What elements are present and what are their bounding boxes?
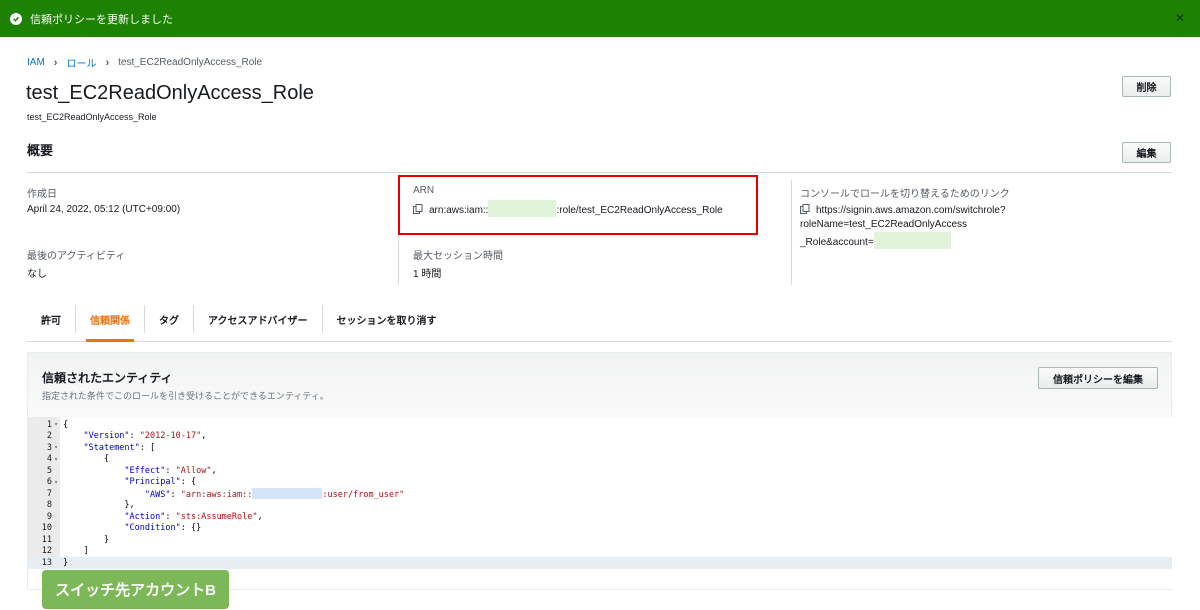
code-line: 5 "Effect": "Allow", [46, 465, 217, 476]
switch-link-label: コンソールでロールを切り替えるためのリンク [800, 189, 1010, 200]
flash-message: 信頼ポリシーを更新しました [30, 13, 173, 26]
close-icon[interactable]: ✕ [1175, 12, 1187, 24]
created-value: April 24, 2022, 05:12 (UTC+09:00) [27, 204, 181, 215]
fold-arrow-icon[interactable]: ▾ [52, 456, 60, 463]
success-flashbar: 信頼ポリシーを更新しました ✕ [0, 0, 1200, 37]
page-subtitle: test_EC2ReadOnlyAccess_Role [27, 112, 157, 122]
switch-link-line1: https://signin.aws.amazon.com/switchrole… [800, 205, 1006, 230]
tab-revoke-sessions[interactable]: セッションを取り消す [323, 305, 451, 333]
delete-button[interactable]: 削除 [1122, 76, 1171, 97]
last-activity-value: なし [27, 269, 47, 280]
panel-header: 信頼されたエンティティ 指定された条件でこのロールを引き受けることができるエンテ… [28, 353, 1171, 417]
code-line: 11 } [41, 534, 110, 545]
max-session-value: 1 時間 [413, 269, 442, 280]
code-line: 6 ▾ "Principal": { [46, 477, 197, 488]
edit-button[interactable]: 編集 [1122, 142, 1171, 163]
code-line: 10 "Condition": {} [41, 523, 202, 534]
tab-permissions[interactable]: 許可 [27, 305, 76, 333]
redacted-account [873, 232, 951, 249]
check-circle-icon [10, 12, 22, 25]
code-line-current: 13} [28, 557, 1172, 569]
tab-access-advisor[interactable]: アクセスアドバイザー [194, 305, 323, 333]
switch-link-line2: _Role&account= [800, 237, 874, 248]
arn-highlight-box [398, 175, 758, 235]
code-line: 7 "AWS": "arn:aws:iam:::user/from_user" [46, 487, 405, 500]
code-line: 2 "Version": "2012-10-17", [46, 431, 207, 442]
code-line: 12 ] [41, 546, 89, 557]
summary-heading: 概要 [27, 143, 54, 158]
role-tabs: 許可 信頼関係 タグ アクセスアドバイザー セッションを取り消す [27, 302, 1172, 342]
code-line: 1 ▾{ [46, 419, 69, 430]
trusted-entities-panel: 信頼されたエンティティ 指定された条件でこのロールを引き受けることができるエンテ… [27, 352, 1172, 590]
account-badge: スイッチ先アカウントB [42, 570, 229, 609]
fold-arrow-icon[interactable]: ▾ [52, 421, 60, 428]
fold-arrow-icon[interactable]: ▾ [52, 479, 60, 486]
max-session-label: 最大セッション時間 [413, 251, 503, 262]
code-line: 9 "Action": "sts:AssumeRole", [46, 511, 263, 522]
switch-link-value[interactable]: https://signin.aws.amazon.com/switchrole… [800, 204, 1170, 250]
tab-tags[interactable]: タグ [145, 305, 194, 333]
code-line: 3 ▾ "Statement": [ [46, 442, 156, 453]
chevron-right-icon: › [105, 56, 110, 69]
panel-description: 指定された条件でこのロールを引き受けることができるエンティティ。 [42, 391, 329, 401]
code-line: 4 ▾ { [46, 454, 110, 465]
breadcrumb-current: test_EC2ReadOnlyAccess_Role [118, 57, 263, 68]
redacted-account [252, 487, 323, 499]
copy-icon[interactable] [800, 204, 810, 214]
tab-trust-relationships[interactable]: 信頼関係 [76, 305, 145, 342]
last-activity-label: 最後のアクティビティ [27, 251, 126, 262]
edit-trust-policy-button[interactable]: 信頼ポリシーを編集 [1038, 367, 1158, 389]
summary-divider [27, 172, 1172, 173]
breadcrumb: IAM › ロール › test_EC2ReadOnlyAccess_Role [27, 55, 263, 71]
chevron-right-icon: › [53, 56, 58, 69]
breadcrumb-roles[interactable]: ロール [66, 55, 96, 70]
code-line: 8 }, [46, 500, 135, 511]
breadcrumb-iam[interactable]: IAM [27, 57, 45, 68]
page-title: test_EC2ReadOnlyAccess_Role [26, 82, 314, 104]
policy-editor[interactable]: 1 ▾{ 2 "Version": "2012-10-17", 3 ▾ "State… [28, 417, 1172, 589]
created-label: 作成日 [27, 189, 57, 200]
panel-title: 信頼されたエンティティ [42, 371, 173, 385]
column-divider [791, 180, 792, 285]
fold-arrow-icon[interactable]: ▾ [52, 444, 60, 451]
